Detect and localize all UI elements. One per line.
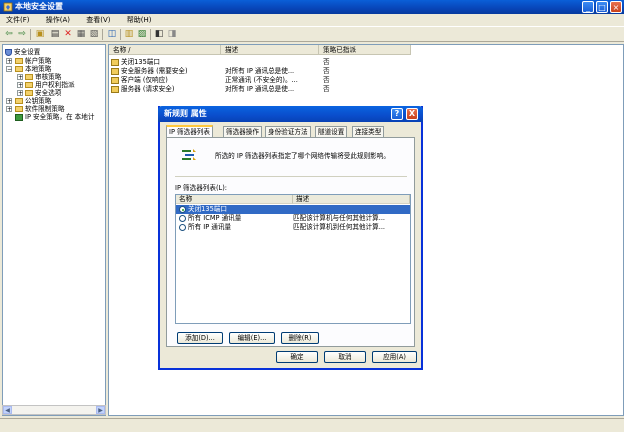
tab-connection-type[interactable]: 连接类型: [352, 126, 385, 137]
scroll-left-icon[interactable]: ◀: [3, 406, 12, 414]
unassign-icon[interactable]: ◨: [167, 29, 177, 39]
column-header-name[interactable]: 名称: [176, 195, 293, 204]
security-shield-icon: [5, 48, 12, 56]
tree-item-audit-policy[interactable]: 审核策略: [25, 73, 61, 81]
folder-open-icon: [15, 66, 23, 72]
create-policy-icon[interactable]: ▥: [124, 29, 134, 39]
forward-arrow-icon[interactable]: ⇨: [17, 29, 27, 39]
expand-icon[interactable]: +: [6, 58, 12, 65]
filter-radio-button[interactable]: [179, 206, 186, 213]
status-bar: [0, 418, 624, 432]
folder-icon: [15, 98, 23, 104]
menu-file[interactable]: 文件(F): [6, 14, 30, 26]
back-arrow-icon[interactable]: ⇦: [4, 29, 14, 39]
filter-row-all-icmp[interactable]: 所有 ICMP 通讯量 匹配该计算机与任何其他计算...: [176, 214, 410, 223]
ip-security-icon: [15, 113, 23, 121]
column-header-name[interactable]: 名称 /: [109, 45, 221, 55]
menu-help[interactable]: 帮助(H): [127, 14, 152, 26]
tree-item-security-options[interactable]: 安全选项: [25, 89, 61, 97]
folder-icon: [15, 58, 23, 64]
up-folder-icon[interactable]: ▣: [35, 29, 45, 39]
window-title: 本地安全设置: [15, 2, 63, 11]
collapse-icon[interactable]: −: [6, 66, 12, 73]
expand-icon[interactable]: +: [17, 74, 23, 81]
folder-icon: [25, 74, 33, 80]
menu-bar: 文件(F) 操作(A) 查看(V) 帮助(H): [0, 14, 624, 26]
rule-properties-dialog: 新规则 属性 ? X IP 筛选器列表 筛选器操作 身份验证方法 隧道设置 连接…: [158, 106, 423, 370]
assign-icon[interactable]: ◧: [154, 29, 164, 39]
tab-filter-action[interactable]: 筛选器操作: [223, 126, 262, 137]
tab-authentication[interactable]: 身份验证方法: [265, 126, 311, 137]
window-title-bar[interactable]: 本地安全设置 _ □ ×: [0, 0, 624, 14]
refresh-icon[interactable]: ▧: [89, 29, 99, 39]
ip-filter-list: 名称 描述 关闭135端口 所有 ICMP 通讯量 匹配该计算机与任何其他计算.…: [175, 194, 411, 324]
column-header-description[interactable]: 描述: [293, 195, 410, 204]
expand-icon[interactable]: +: [6, 106, 12, 113]
apply-button[interactable]: 应用(A): [372, 351, 417, 363]
help-button[interactable]: ?: [391, 108, 403, 120]
policy-icon: [111, 85, 119, 93]
filter-radio-button[interactable]: [179, 215, 186, 222]
minimize-button[interactable]: _: [582, 1, 594, 13]
edit-button[interactable]: 编辑(E)...: [229, 332, 275, 344]
expand-icon[interactable]: +: [17, 90, 23, 97]
security-settings-icon: [3, 2, 13, 12]
maximize-button[interactable]: □: [596, 1, 608, 13]
dialog-close-button[interactable]: X: [406, 108, 418, 120]
column-header-description[interactable]: 描述: [221, 45, 319, 55]
divider: [175, 176, 407, 177]
column-header-assigned[interactable]: 策略已指派: [319, 45, 411, 55]
toolbar: ⇦ ⇨ ▣ ▤ ✕ ▦ ▧ ◫ ▥ ▨ ◧ ◨: [0, 26, 624, 42]
tree-item-ip-security[interactable]: IP 安全策略，在 本地计: [15, 113, 94, 121]
policy-icon: [111, 67, 119, 75]
tree-item-user-rights[interactable]: 用户权利指派: [25, 81, 75, 89]
properties-icon[interactable]: ▦: [76, 29, 86, 39]
tab-panel: 所选的 IP 筛选器列表指定了哪个网络传输将受此规则影响。 IP 筛选器列表(L…: [166, 137, 415, 347]
dialog-title-bar[interactable]: 新规则 属性 ? X: [158, 106, 423, 122]
tree-horizontal-scrollbar[interactable]: ◀ ▶: [2, 405, 106, 415]
delete-icon[interactable]: ✕: [63, 29, 73, 39]
ok-button[interactable]: 确定: [276, 351, 318, 363]
menu-action[interactable]: 操作(A): [46, 14, 70, 26]
tree-pane: 安全设置 + 帐户策略 − 本地策略 + 审核策略 + 用户权利指派 + 安全选…: [2, 44, 106, 416]
help-icon[interactable]: ◫: [107, 29, 117, 39]
filter-list-icon: [182, 149, 196, 160]
filter-row-close-135[interactable]: 关闭135端口: [176, 205, 410, 214]
menu-view[interactable]: 查看(V): [86, 14, 110, 26]
tree-item-security-settings[interactable]: 安全设置: [5, 48, 40, 56]
dialog-title: 新规则 属性: [164, 109, 207, 118]
policy-icon: [111, 76, 119, 84]
remove-button[interactable]: 删除(R): [281, 332, 319, 344]
tab-tunnel-settings[interactable]: 隧道设置: [315, 126, 348, 137]
expand-icon[interactable]: +: [6, 98, 12, 105]
cancel-button[interactable]: 取消: [324, 351, 366, 363]
filter-row-all-ip[interactable]: 所有 IP 通讯量 匹配该计算机到任何其他计算...: [176, 223, 410, 232]
filter-list-description: 所选的 IP 筛选器列表指定了哪个网络传输将受此规则影响。: [215, 152, 390, 160]
add-button[interactable]: 添加(D)...: [177, 332, 223, 344]
tree-item-account-policy[interactable]: 帐户策略: [15, 57, 51, 65]
manage-filters-icon[interactable]: ▨: [137, 29, 147, 39]
expand-icon[interactable]: +: [17, 82, 23, 89]
scroll-right-icon[interactable]: ▶: [96, 406, 105, 414]
close-button[interactable]: ×: [610, 1, 622, 13]
tree-item-local-policy[interactable]: 本地策略: [15, 65, 51, 73]
tree-item-public-key-policy[interactable]: 公钥策略: [15, 97, 51, 105]
policy-icon: [111, 58, 119, 66]
folder-icon: [25, 90, 33, 96]
folder-icon: [15, 106, 23, 112]
tree-item-software-restriction[interactable]: 软件限制策略: [15, 105, 65, 113]
show-tree-icon[interactable]: ▤: [50, 29, 60, 39]
filter-radio-button[interactable]: [179, 224, 186, 231]
folder-icon: [25, 82, 33, 88]
filter-list-label: IP 筛选器列表(L):: [175, 184, 228, 192]
